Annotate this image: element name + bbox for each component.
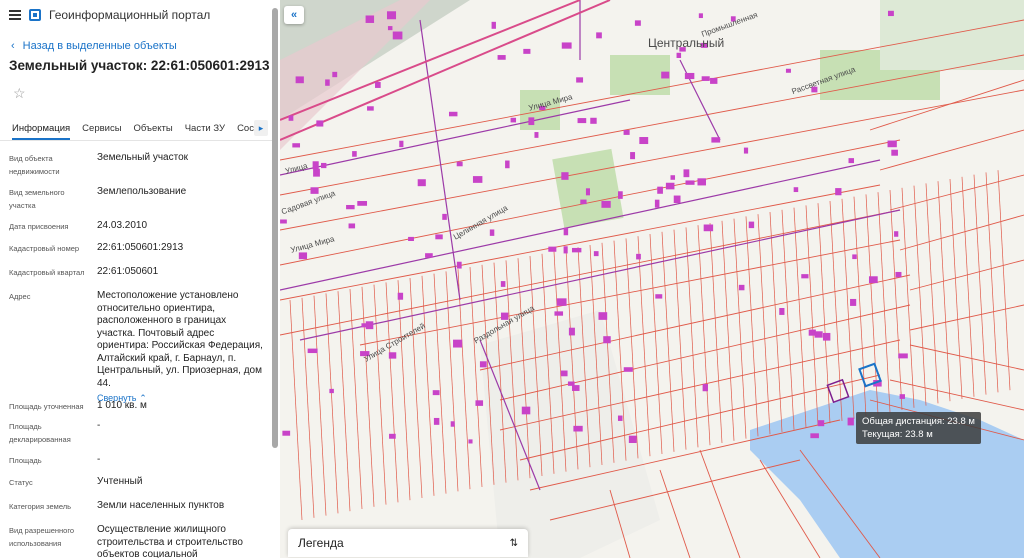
field-label: Площадь (9, 456, 42, 465)
address-block: Местоположение установлено относительно … (97, 290, 267, 406)
field-value: Местоположение установлено относительно … (97, 290, 263, 389)
portal-logo-icon (29, 9, 41, 21)
field-value: - (97, 420, 101, 431)
double-chevron-left-icon: « (290, 9, 298, 21)
legend-label: Легенда (298, 536, 344, 550)
chevron-updown-icon: ⇅ (509, 537, 518, 549)
info-panel: Геоинформационный портал ‹ Назад в выдел… (0, 0, 281, 558)
tabs-scroll-right-icon[interactable]: ▸ (254, 120, 268, 136)
field-label: Кадастровый номер (9, 244, 80, 253)
field-label: Площадь декларированная (9, 422, 71, 444)
map-canvas[interactable]: Центральный Улица Мира Улица Мира Целинн… (280, 0, 1024, 558)
field-value: Осуществление жилищного строительства и … (97, 524, 243, 558)
chevron-left-icon: ‹ (11, 40, 15, 52)
tab-info[interactable]: Информация (12, 118, 71, 140)
field-value: - (97, 454, 101, 465)
panel-scrollbar[interactable] (272, 8, 278, 448)
tab-parts[interactable]: Части ЗУ (185, 118, 225, 140)
back-link-label: Назад в выделенные объекты (22, 40, 177, 52)
total-distance: Общая дистанция: 23.8 м (862, 416, 975, 427)
field-label: Кадастровый квартал (9, 268, 85, 277)
field-value: 24.03.2010 (97, 220, 148, 231)
field-label: Площадь уточненная (9, 402, 84, 411)
star-icon[interactable]: ☆ (0, 73, 280, 101)
menu-icon[interactable] (9, 10, 21, 20)
field-value: 22:61:050601 (97, 266, 159, 277)
map-layer (280, 0, 1024, 558)
top-bar: Геоинформационный портал (0, 0, 280, 30)
field-value: Земельный участок (97, 152, 189, 163)
field-label: Статус (9, 478, 33, 487)
current-distance: Текущая: 23.8 м (862, 429, 933, 440)
field-label: Адрес (9, 292, 31, 301)
tab-objects[interactable]: Объекты (134, 118, 173, 140)
field-value: Землепользование (97, 186, 187, 197)
place-label: Центральный (648, 36, 725, 50)
tab-bar: Информация Сервисы Объекты Части ЗУ Сост… (0, 118, 272, 141)
field-value: 22:61:050601:2913 (97, 242, 184, 253)
field-label: Вид объекта недвижимости (9, 154, 60, 176)
field-label: Вид разрешенного использования (9, 526, 75, 548)
tab-services[interactable]: Сервисы (82, 118, 121, 140)
legend-button[interactable]: Легенда ⇅ (288, 529, 528, 557)
back-link[interactable]: ‹ Назад в выделенные объекты (0, 30, 280, 52)
field-value: 1 010 кв. м (97, 400, 147, 411)
field-label: Категория земель (9, 502, 72, 511)
measure-tooltip: Общая дистанция: 23.8 м Текущая: 23.8 м (856, 412, 981, 444)
field-label: Вид земельного участка (9, 188, 65, 210)
collapse-panel-button[interactable]: « (284, 6, 304, 24)
field-label: Дата присвоения (9, 222, 69, 231)
portal-title: Геоинформационный портал (49, 8, 211, 22)
field-value: Учтенный (97, 476, 143, 487)
object-title: Земельный участок: 22:61:050601:2913 (9, 58, 270, 73)
field-value: Земли населенных пунктов (97, 500, 225, 511)
